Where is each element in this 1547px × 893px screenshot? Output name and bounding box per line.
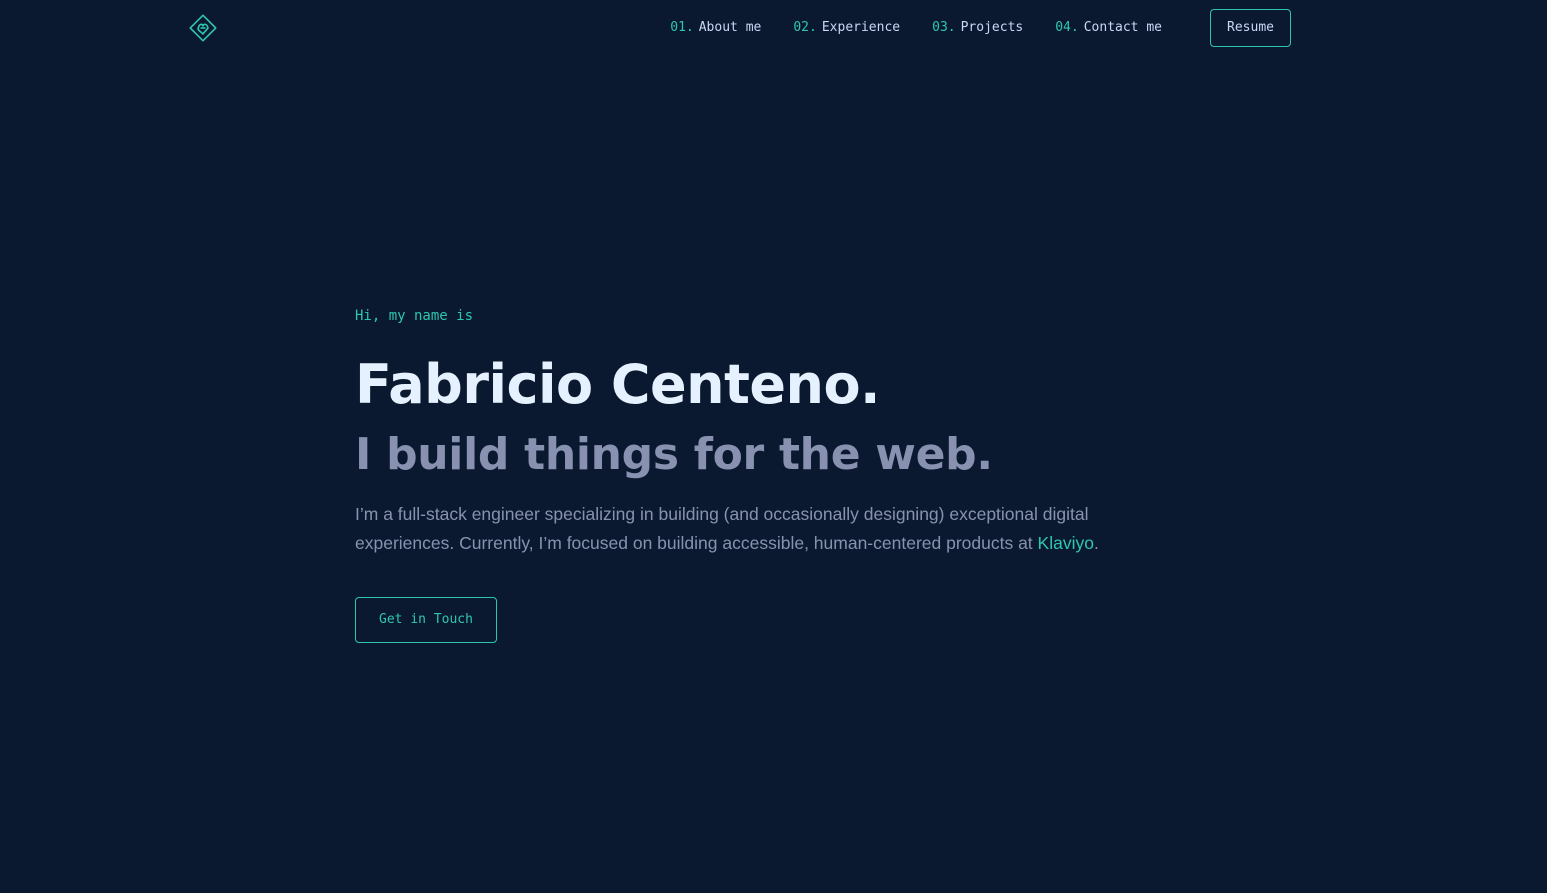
bio-text: I’m a full-stack engineer specializing i…	[355, 504, 1089, 553]
diamond-logo-icon[interactable]	[188, 13, 218, 43]
klaviyo-link[interactable]: Klaviyo	[1038, 533, 1094, 553]
site-header: 01. About me 02. Experience 03. Projects 04…	[0, 0, 1547, 56]
nav-item-about[interactable]: 01. About me	[670, 19, 761, 37]
nav-label: Contact me	[1083, 20, 1162, 35]
hero-tagline: I build things for the web.	[355, 429, 993, 480]
nav-item-contact[interactable]: 04. Contact me	[1055, 19, 1162, 37]
hero-bio: I’m a full-stack engineer specializing i…	[355, 500, 1135, 558]
nav-number: 04.	[1055, 20, 1079, 35]
hero-name: Fabricio Centeno.	[355, 353, 881, 416]
nav-number: 01.	[670, 20, 694, 35]
nav-label: About me	[698, 20, 762, 35]
main-nav: 01. About me 02. Experience 03. Projects 04…	[670, 19, 1162, 37]
nav-number: 03.	[932, 20, 956, 35]
get-in-touch-button[interactable]: Get in Touch	[355, 597, 497, 643]
nav-item-projects[interactable]: 03. Projects	[932, 19, 1023, 37]
nav-label: Experience	[821, 20, 901, 35]
nav-label: Projects	[960, 20, 1024, 35]
greeting-text: Hi, my name is	[355, 308, 474, 324]
resume-button[interactable]: Resume	[1210, 9, 1291, 47]
nav-number: 02.	[793, 20, 817, 35]
nav-item-experience[interactable]: 02. Experience	[793, 19, 900, 37]
bio-text-end: .	[1093, 533, 1099, 553]
hero-section: Hi, my name is Fabricio Centeno. I build…	[355, 306, 1175, 643]
